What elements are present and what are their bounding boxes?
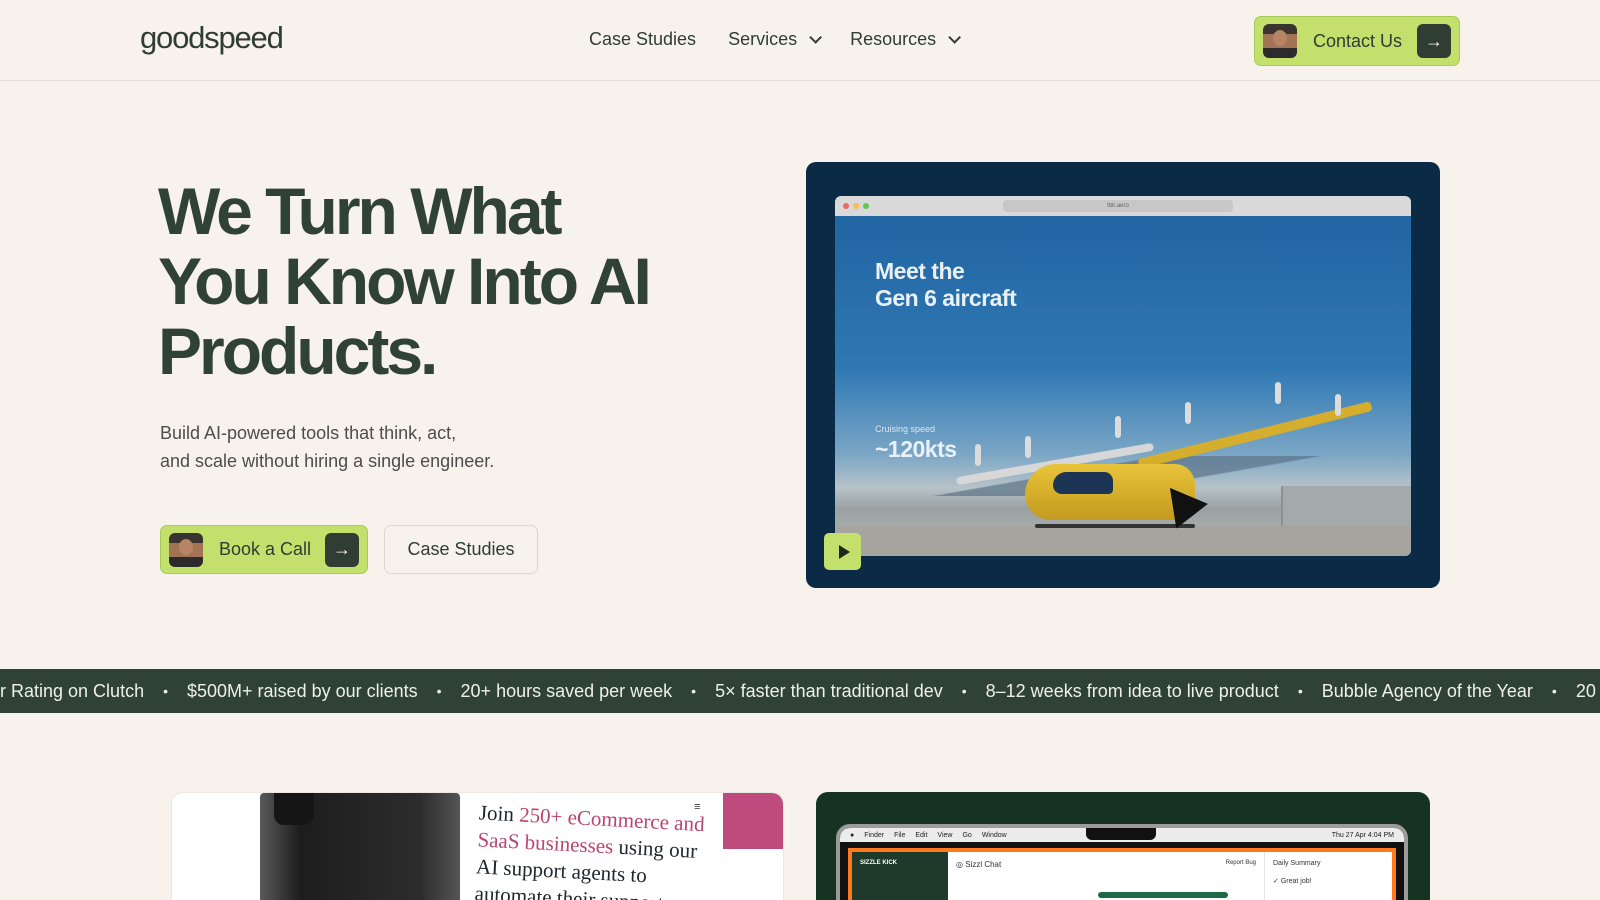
- avatar: [1263, 24, 1297, 58]
- close-dot-icon: [843, 203, 849, 209]
- mac-clock: Thu 27 Apr 4:04 PM: [1331, 831, 1394, 839]
- chat-bubble: [1098, 892, 1228, 898]
- menu-window: Window: [981, 831, 1007, 839]
- check-icon: ✓: [1273, 878, 1279, 885]
- propeller-icon: [1275, 382, 1281, 404]
- case-card-chat[interactable]: ● Finder File Edit View Go Window Thu 27…: [816, 792, 1430, 900]
- pink-accent: [723, 793, 783, 849]
- video-headline: Meet the Gen 6 aircraft: [875, 258, 1017, 312]
- book-call-button[interactable]: Book a Call →: [160, 525, 368, 574]
- browser-toolbar: tbk.aero: [835, 196, 1411, 216]
- ticker-separator: •: [1551, 683, 1557, 699]
- ticker-separator: •: [163, 683, 168, 699]
- ticker-track: ar Rating on Clutch • $500M+ raised by o…: [0, 681, 1596, 702]
- hero-video[interactable]: tbk.aero Meet the Gen 6 aircraft Cruisin…: [806, 162, 1440, 588]
- summary-item: ✓ Great job!: [1273, 877, 1384, 885]
- browser-mockup: tbk.aero Meet the Gen 6 aircraft Cruisin…: [835, 196, 1411, 556]
- ticker-item: 5× faster than traditional dev: [715, 680, 943, 701]
- propeller-icon: [1025, 436, 1031, 458]
- summary-panel: Daily Summary ✓ Great job!: [1264, 852, 1392, 900]
- nav-services-label: Services: [728, 29, 798, 49]
- case-card-support[interactable]: Join 250+ eCommerce and SaaS businesses …: [171, 792, 784, 900]
- menu-go: Go: [962, 831, 972, 839]
- nav-case-studies[interactable]: Case Studies: [589, 29, 696, 50]
- app-sidebar: SIZZLE KICK: [852, 852, 948, 900]
- camera-module: [274, 793, 314, 825]
- nav-links: Case Studies Services Resources: [589, 29, 962, 50]
- menu-finder: Finder: [864, 831, 885, 839]
- arrow-right-icon: →: [325, 532, 359, 567]
- ticker-separator: •: [691, 683, 697, 699]
- propeller-icon: [1185, 402, 1191, 424]
- aircraft-skid: [1035, 524, 1195, 528]
- top-nav: goodspeed Case Studies Services Resource…: [0, 0, 1600, 81]
- tarmac: [835, 526, 1411, 556]
- chevron-down-icon: [809, 31, 823, 44]
- chat-app-window: SIZZLE KICK ◎ Sizzl Chat Report Bug Dail…: [848, 848, 1396, 900]
- arrow-right-icon: →: [1417, 24, 1451, 58]
- propeller-icon: [1115, 416, 1121, 438]
- aircraft-scene: Meet the Gen 6 aircraft Cruising speed ~…: [835, 216, 1411, 556]
- hero-subtitle: Build AI-powered tools that think, act, …: [160, 419, 520, 475]
- laptop-notch: [1086, 828, 1156, 840]
- hero-subtitle-line2: and scale without hiring a single engine…: [160, 451, 495, 471]
- promo-join: Join: [478, 800, 520, 827]
- nav-services[interactable]: Services: [728, 29, 823, 50]
- summary-title: Daily Summary: [1273, 860, 1321, 867]
- video-headline-line1: Meet the: [875, 258, 965, 284]
- propeller-icon: [1335, 394, 1341, 416]
- menu-icon: ≡: [694, 801, 701, 813]
- propeller-icon: [975, 444, 981, 466]
- contact-us-label: Contact Us: [1313, 30, 1403, 51]
- url-bar: tbk.aero: [1003, 200, 1233, 212]
- app-main: ◎ Sizzl Chat Report Bug: [948, 852, 1264, 900]
- case-studies-label: Case Studies: [407, 539, 515, 559]
- nav-case-studies-label: Case Studies: [589, 29, 697, 49]
- chevron-down-icon: [948, 31, 962, 44]
- laptop-mockup: ● Finder File Edit View Go Window Thu 27…: [836, 824, 1408, 900]
- book-call-label: Book a Call: [219, 539, 312, 559]
- ticker-separator: •: [1297, 683, 1303, 699]
- case-studies-button[interactable]: Case Studies: [384, 525, 538, 574]
- menu-view: View: [937, 831, 953, 839]
- hero-subtitle-line1: Build AI-powered tools that think, act,: [160, 423, 457, 443]
- hero-title: We Turn What You Know Into AI Products.: [158, 174, 652, 388]
- menu-edit: Edit: [915, 831, 928, 839]
- nav-resources-label: Resources: [850, 29, 937, 49]
- ticker-separator: •: [961, 683, 967, 699]
- ticker-item: 20+ hours saved per week: [460, 680, 673, 701]
- minimize-dot-icon: [853, 203, 859, 209]
- menu-file: File: [894, 831, 906, 839]
- ticker-item: Bubble Agency of the Year: [1321, 680, 1533, 701]
- brand-logo[interactable]: goodspeed: [140, 20, 284, 56]
- ticker-item: 20: [1575, 680, 1596, 701]
- cruise-label: Cruising speed: [875, 424, 936, 434]
- nav-resources[interactable]: Resources: [850, 29, 962, 50]
- chat-icon: ◎: [956, 860, 963, 869]
- app-title: Sizzl Chat: [965, 860, 1002, 869]
- ticker-item: ar Rating on Clutch: [0, 680, 145, 701]
- play-icon: [838, 544, 850, 559]
- play-button[interactable]: [824, 533, 861, 570]
- avatar: [169, 532, 203, 567]
- ticker-separator: •: [436, 683, 442, 699]
- ticker-item: 8–12 weeks from idea to live product: [985, 680, 1279, 701]
- report-bug: Report Bug: [1225, 860, 1256, 866]
- cruise-value: ~120kts: [875, 436, 957, 462]
- apple-icon: ●: [850, 831, 855, 839]
- video-headline-line2: Gen 6 aircraft: [875, 285, 1017, 311]
- maximize-dot-icon: [863, 203, 869, 209]
- summary-item-label: Great job!: [1280, 878, 1312, 885]
- card-promo-text: Join 250+ eCommerce and SaaS businesses …: [465, 793, 720, 900]
- stats-ticker: ar Rating on Clutch • $500M+ raised by o…: [0, 669, 1600, 713]
- app-brand: SIZZLE KICK: [860, 860, 897, 866]
- contact-us-button[interactable]: Contact Us →: [1254, 16, 1460, 66]
- phone-mockup: [260, 793, 460, 900]
- ticker-item: $500M+ raised by our clients: [187, 680, 418, 701]
